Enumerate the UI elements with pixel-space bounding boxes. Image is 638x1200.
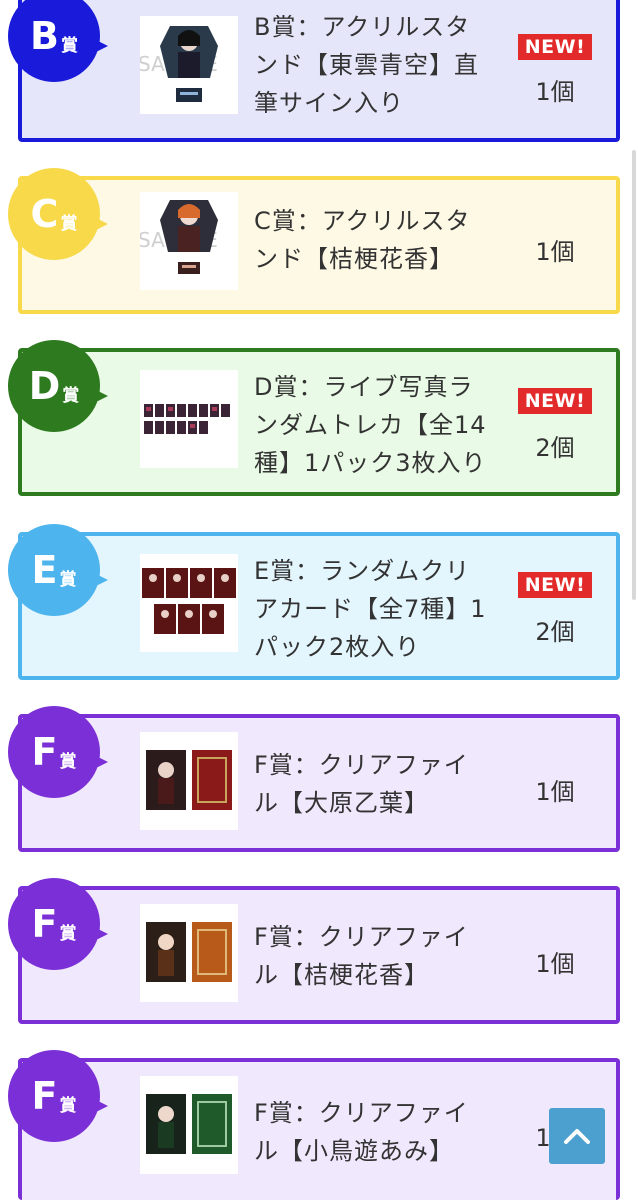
rank-letter: F [31, 902, 58, 946]
prize-title-line: D賞：ライブ写真ラ [254, 373, 474, 401]
prize-title-line: アカード【全7種】1 [254, 595, 487, 623]
prize-image-clear-file[interactable] [140, 904, 238, 1002]
rank-letter: F [31, 730, 58, 774]
prize-image-clear-file[interactable] [140, 732, 238, 830]
rank-letter: D [28, 364, 61, 408]
prize-title-line: ル【小鳥遊あみ】 [254, 1137, 454, 1165]
prize-title-line: E賞：ランダムクリ [254, 557, 471, 585]
rank-letter: E [31, 548, 58, 592]
rank-badge-c: C賞 [8, 168, 108, 260]
rank-badge-e: E賞 [8, 524, 108, 616]
scrollbar[interactable] [632, 150, 636, 600]
prize-card-f[interactable]: F賞：クリアファイ ル【小鳥遊あみ】 1個 [18, 1058, 620, 1200]
rank-suffix: 賞 [62, 385, 80, 406]
prize-title-line: パック2枚入り [254, 633, 421, 661]
prize-card-d[interactable]: D賞：ライブ写真ラ ンダムトレカ【全14 種】1パック3枚入り NEW! 2個 [18, 348, 620, 496]
prize-title-line: 筆サイン入り [254, 89, 404, 117]
prize-quantity: 1個 [535, 78, 575, 106]
prize-image-acrylic-stand[interactable]: SAMPLE [140, 192, 238, 290]
prize-card-e[interactable]: E賞：ランダムクリ アカード【全7種】1 パック2枚入り NEW! 2個 [18, 532, 620, 680]
prize-card-b[interactable]: SAMPLE B賞：アクリルスタ ンド【東雲青空】直 筆サイン入り NEW! 1… [18, 0, 620, 142]
back-to-top-button[interactable] [549, 1108, 605, 1164]
prize-title-line: F賞：クリアファイ [254, 751, 469, 779]
new-badge: NEW! [518, 388, 592, 414]
rank-badge-f: F賞 [8, 706, 108, 798]
prize-title-line: B賞：アクリルスタ [254, 13, 471, 41]
prize-card-c[interactable]: SAMPLE C賞：アクリルスタ ンド【桔梗花香】 1個 [18, 176, 620, 314]
chevron-up-icon [564, 1129, 590, 1144]
rank-suffix: 賞 [59, 751, 77, 772]
prize-image-trading-cards[interactable] [140, 370, 238, 468]
rank-letter: B [30, 14, 59, 58]
prize-image-acrylic-stand[interactable]: SAMPLE [140, 16, 238, 114]
prize-title-line: F賞：クリアファイ [254, 1099, 469, 1127]
prize-title-line: ンダムトレカ【全14 [254, 411, 487, 439]
prize-title-line: ンド【桔梗花香】 [254, 245, 454, 273]
rank-suffix: 賞 [59, 1095, 77, 1116]
prize-quantity: 1個 [535, 950, 575, 978]
prize-title-line: ンド【東雲青空】直 [254, 51, 479, 79]
prize-card-f[interactable]: F賞：クリアファイ ル【桔梗花香】 1個 [18, 886, 620, 1024]
new-badge: NEW! [518, 572, 592, 598]
prize-quantity: 1個 [535, 778, 575, 806]
prize-image-clear-cards[interactable] [140, 554, 238, 652]
rank-letter: C [30, 192, 59, 236]
prize-quantity: 2個 [535, 618, 575, 646]
prize-quantity: 1個 [535, 238, 575, 266]
prize-title-line: 種】1パック3枚入り [254, 449, 487, 477]
prize-quantity: 2個 [535, 434, 575, 462]
rank-badge-d: D賞 [8, 340, 108, 432]
prize-title-line: ル【大原乙葉】 [254, 789, 429, 817]
rank-badge-f: F賞 [8, 878, 108, 970]
rank-suffix: 賞 [60, 35, 78, 56]
rank-suffix: 賞 [60, 213, 78, 234]
rank-suffix: 賞 [59, 923, 77, 944]
rank-suffix: 賞 [59, 569, 77, 590]
rank-badge-f: F賞 [8, 1050, 108, 1142]
prize-title-line: C賞：アクリルスタ [254, 207, 471, 235]
prize-card-f[interactable]: F賞：クリアファイ ル【大原乙葉】 1個 [18, 714, 620, 852]
rank-letter: F [31, 1074, 58, 1118]
prize-image-clear-file[interactable] [140, 1076, 238, 1174]
prize-title-line: ル【桔梗花香】 [254, 961, 429, 989]
prize-title-line: F賞：クリアファイ [254, 923, 469, 951]
new-badge: NEW! [518, 34, 592, 60]
